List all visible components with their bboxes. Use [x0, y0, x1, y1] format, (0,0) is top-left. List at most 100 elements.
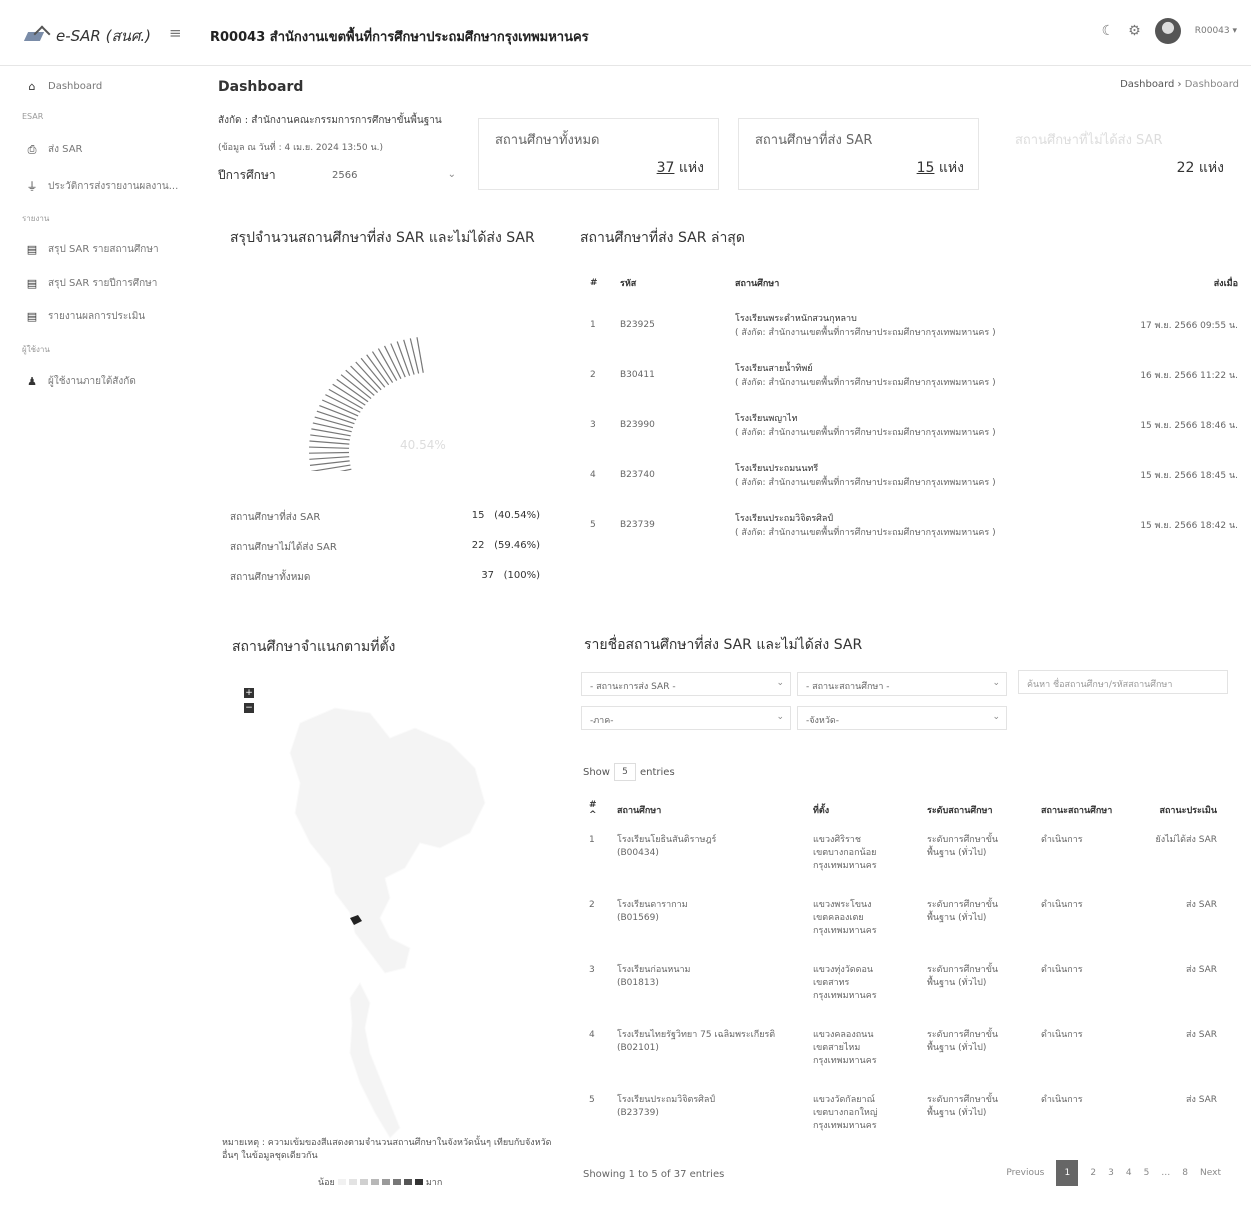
level-line: ระดับการศึกษาขั้น: [927, 965, 999, 975]
school-status-filter[interactable]: - สถานะสถานศึกษา - ⌄: [797, 672, 1007, 696]
main-content: Dashboard Dashboard › Dashboard สังกัด :…: [200, 66, 1251, 1210]
col-header[interactable]: ระดับสถานศึกษา: [921, 794, 1035, 826]
donut-slice-sent: [340, 374, 372, 400]
donut-slice-sent: [345, 369, 375, 396]
school-code: (B01813): [617, 978, 659, 988]
pagination-page[interactable]: 4: [1126, 1168, 1132, 1178]
school-name[interactable]: โรงเรียนประถมวิจิตรศิลป์: [617, 1094, 801, 1107]
row-number: 5: [590, 520, 596, 530]
row-number: 4: [589, 1030, 595, 1040]
summary-row: สถานศึกษาทั้งหมด 37 (100%): [230, 570, 540, 585]
school-name: โรงเรียนสายน้ำทิพย์: [735, 364, 813, 374]
chevron-down-icon: ⌄: [447, 169, 456, 180]
school-code: B23740: [620, 470, 655, 480]
sar-status-filter[interactable]: - สถานะการส่ง SAR - ⌄: [581, 672, 791, 696]
school-name[interactable]: โรงเรียนก่อนหนาม: [617, 964, 801, 977]
school-name[interactable]: โรงเรียนโยธินสันติราษฎร์: [617, 834, 801, 847]
brand[interactable]: e-SAR (สนศ.): [26, 24, 151, 48]
breadcrumb-item[interactable]: Dashboard: [1120, 79, 1174, 90]
stat-card-title: สถานศึกษาทั้งหมด: [495, 133, 600, 148]
pagination-page[interactable]: 2: [1090, 1168, 1096, 1178]
pagination-previous[interactable]: Previous: [1006, 1168, 1044, 1178]
sidebar-item-send-sar[interactable]: ⎙ ส่ง SAR: [26, 142, 83, 157]
search-placeholder: ค้นหา ชื่อสถานศึกษา/รหัสสถานศึกษา: [1027, 680, 1173, 690]
year-select[interactable]: 2566 ⌄: [318, 165, 460, 187]
col-header-sortable[interactable]: # ^: [583, 794, 611, 826]
col-header[interactable]: สถานะสถานศึกษา: [1035, 794, 1129, 826]
school-name[interactable]: โรงเรียนไทยรัฐวิทยา 75 เฉลิมพระเกียรติ: [617, 1029, 801, 1042]
location-line: แขวงทุ่งวัดดอน: [813, 965, 874, 975]
map-section-title: สถานศึกษาจำแนกตามที่ตั้ง: [232, 639, 396, 655]
stat-number[interactable]: 22: [1177, 160, 1195, 176]
school-status: ดำเนินการ: [1041, 835, 1083, 845]
province-filter[interactable]: -จังหวัด- ⌄: [797, 706, 1007, 730]
chevron-down-icon: ⌄: [776, 678, 784, 688]
level-line: พื้นฐาน (ทั่วไป): [927, 848, 987, 858]
chevron-down-icon: ⌄: [992, 678, 1000, 688]
stat-unit: แห่ง: [1198, 160, 1224, 176]
legend-swatch: [392, 1179, 401, 1185]
level-cell: ระดับการศึกษาขั้น พื้นฐาน (ทั่วไป): [921, 956, 1035, 1021]
home-icon: ⌂: [28, 80, 36, 93]
col-header: สถานศึกษา: [735, 279, 780, 289]
pagination-next[interactable]: Next: [1200, 1168, 1221, 1178]
sidebar-item-report-school[interactable]: ▤ สรุป SAR รายสถานศึกษา: [26, 242, 159, 257]
region-filter[interactable]: -ภาค- ⌄: [581, 706, 791, 730]
col-header: ส่งเมื่อ: [1213, 279, 1238, 289]
pagination-page-active[interactable]: 1: [1056, 1160, 1079, 1186]
table-row: 5 B23739 โรงเรียนประถมวิจิตรศิลป์ ( สังกั…: [584, 500, 1244, 550]
dark-mode-icon[interactable]: ☾: [1102, 23, 1115, 39]
sidebar-item-dashboard[interactable]: ⌂ Dashboard: [26, 80, 103, 93]
school-cell: โรงเรียนพระตำหนักสวนกุหลาบ ( สังกัด: สำนั…: [729, 300, 1064, 350]
pagination-page[interactable]: 5: [1144, 1168, 1150, 1178]
table-row: 2 B30411 โรงเรียนสายน้ำทิพย์ ( สังกัด: สำ…: [584, 350, 1244, 400]
page-length-select[interactable]: 5: [613, 763, 636, 781]
level-cell: ระดับการศึกษาขั้น พื้นฐาน (ทั่วไป): [921, 826, 1035, 891]
stat-card-not-sent: สถานศึกษาที่ไม่ได้ส่ง SAR 22 แห่ง: [998, 118, 1239, 190]
map-note: หมายเหตุ : ความเข้มของสีแสดงตามจำนวนสถาน…: [222, 1138, 552, 1161]
row-number: 3: [589, 965, 595, 975]
user-menu[interactable]: R00043 ▾: [1195, 26, 1237, 36]
row-number: 3: [590, 420, 596, 430]
stat-card-value: 15 แห่ง: [917, 157, 964, 179]
sidebar-item-history[interactable]: ⏚ ประวัติการส่งรายงานผลงาน...: [26, 178, 179, 194]
sidebar-section-admin: ผู้ใช้งาน: [22, 345, 50, 354]
gear-icon[interactable]: ⚙: [1128, 23, 1141, 39]
page-title: Dashboard: [218, 79, 304, 95]
col-header[interactable]: ที่ตั้ง: [807, 794, 921, 826]
hamburger-icon[interactable]: ≡: [169, 24, 182, 42]
table-row: 3 โรงเรียนก่อนหนาม (B01813) แขวงทุ่งวัดดอ…: [583, 956, 1223, 1021]
sidebar-item-report-eval[interactable]: ▤ รายงานผลการประเมิน: [26, 309, 145, 324]
sidebar-item-label: ผู้ใช้งานภายใต้สังกัด: [48, 376, 136, 387]
stat-number[interactable]: 15: [917, 160, 935, 176]
col-header: รหัส: [620, 279, 637, 289]
year-value: 2566: [332, 170, 358, 181]
school-org: ( สังกัด: สำนักงานเขตพื้นที่การศึกษาประถ…: [735, 528, 996, 538]
school-org: ( สังกัด: สำนักงานเขตพื้นที่การศึกษาประถ…: [735, 378, 996, 388]
pagination-page[interactable]: 3: [1108, 1168, 1114, 1178]
pagination-page[interactable]: 8: [1182, 1168, 1188, 1178]
avatar[interactable]: [1154, 18, 1181, 44]
sidebar-item-report-year[interactable]: ▤ สรุป SAR รายปีการศึกษา: [26, 276, 158, 291]
search-input[interactable]: ค้นหา ชื่อสถานศึกษา/รหัสสถานศึกษา: [1018, 670, 1228, 694]
stat-card-title: สถานศึกษาที่ไม่ได้ส่ง SAR: [1015, 133, 1163, 148]
row-number: 4: [590, 470, 596, 480]
sidebar: ⌂ Dashboard ESAR ⎙ ส่ง SAR ⏚ ประวัติการส…: [0, 66, 200, 1210]
affiliation: สังกัด : สำนักงานคณะกรรมการการศึกษาขั้นพ…: [218, 115, 442, 126]
school-name[interactable]: โรงเรียนดารากาม: [617, 899, 801, 912]
stat-number[interactable]: 37: [657, 160, 675, 176]
province-map[interactable]: [240, 683, 550, 1163]
level-line: พื้นฐาน (ทั่วไป): [927, 1043, 987, 1053]
table-row: 5 โรงเรียนประถมวิจิตรศิลป์ (B23739) แขวงว…: [583, 1086, 1223, 1151]
col-header[interactable]: สถานศึกษา: [611, 794, 807, 826]
legend-swatch: [370, 1179, 379, 1185]
school-code: B23925: [620, 320, 655, 330]
location-cell: แขวงพระโขนง เขตคลองเตย กรุงเทพมหานคร: [807, 891, 921, 956]
table-row: 4 B23740 โรงเรียนประถมนนทรี ( สังกัด: สำน…: [584, 450, 1244, 500]
col-header[interactable]: สถานะประเมิน: [1129, 794, 1223, 826]
data-timestamp: (ข้อมูล ณ วันที่ : 4 เม.ย. 2024 13:50 น.…: [218, 143, 384, 153]
sidebar-item-users[interactable]: ♟ ผู้ใช้งานภายใต้สังกัด: [26, 374, 136, 389]
sidebar-item-label: สรุป SAR รายสถานศึกษา: [48, 244, 159, 255]
document-icon: ▤: [26, 243, 38, 256]
summary-pct: (100%): [503, 570, 540, 581]
